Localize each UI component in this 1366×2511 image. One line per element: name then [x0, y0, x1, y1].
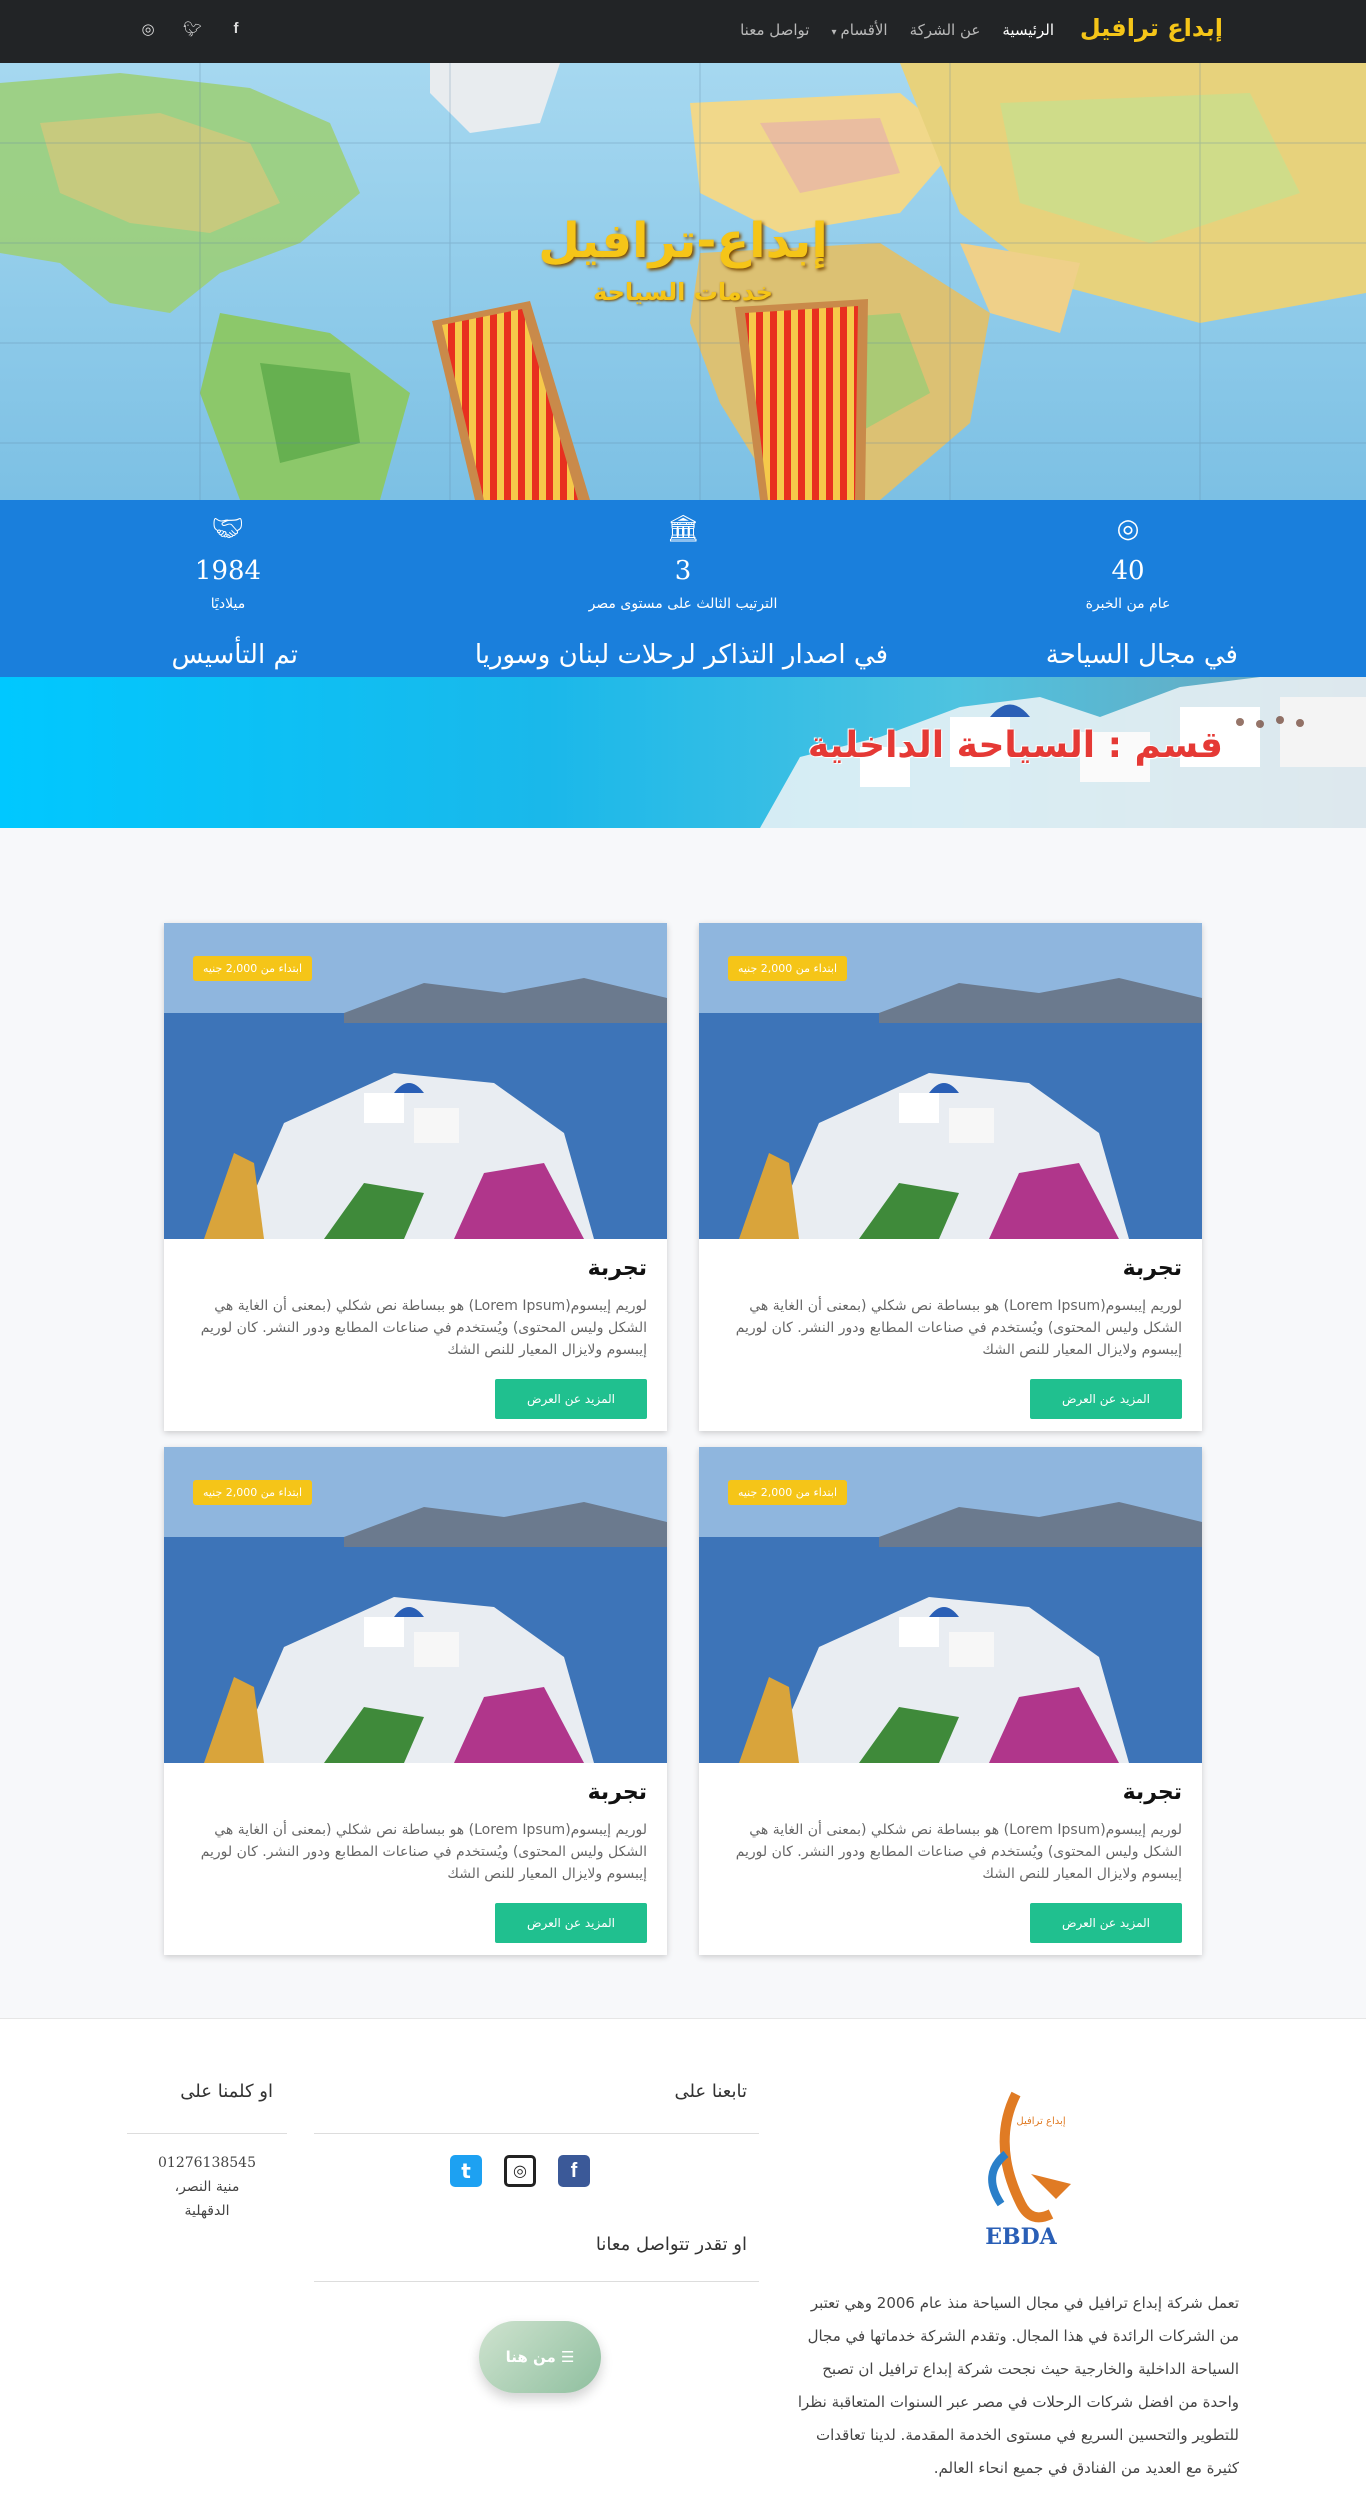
contact-heading: او تقدر تتواصل معانا: [595, 2234, 747, 2255]
more-details-button[interactable]: المزيد عن العرض: [1030, 1903, 1182, 1943]
divider: [314, 2281, 759, 2282]
offers-grid: ابتداء من 2,000 جنيه تجربة لوريم إيبسوم(…: [0, 828, 1366, 2018]
stat-value: 40: [1111, 556, 1145, 586]
contact-button[interactable]: ☰ من هنا: [479, 2321, 601, 2393]
footer-social: t ◎ f: [450, 2155, 590, 2187]
nav-link-contact[interactable]: تواصل معنا: [740, 21, 809, 39]
handshake-icon: 🤝︎: [211, 514, 245, 544]
address-line: الدقهلية: [184, 2203, 230, 2219]
offer-description: لوريم إيبسوم(Lorem Ipsum) هو ببساطة نص ش…: [735, 1822, 1182, 1882]
price-badge: ابتداء من 2,000 جنيه: [192, 1480, 312, 1505]
stat-experience: ◎ 40 عام من الخبرة: [978, 514, 1278, 612]
nav-menu: الرئيسية عن الشركة الأقسام▾ تواصل معنا: [740, 21, 1054, 39]
stat-founded: 🤝︎ 1984 ميلاديًا: [78, 514, 378, 612]
offer-description: لوريم إيبسوم(Lorem Ipsum) هو ببساطة نص ش…: [200, 1298, 647, 1358]
stat-label: ميلاديًا: [210, 596, 246, 612]
offer-description: لوريم إيبسوم(Lorem Ipsum) هو ببساطة نص ش…: [200, 1822, 647, 1882]
bank-icon: 🏛︎: [666, 514, 700, 544]
more-details-button[interactable]: المزيد عن العرض: [495, 1903, 647, 1943]
stat-tagline-ranking: في اصدار التذاكر لرحلات لبنان وسوريا: [474, 640, 888, 670]
price-badge: ابتداء من 2,000 جنيه: [727, 1480, 847, 1505]
target-icon: ◎: [1116, 514, 1140, 544]
logo-text: EBDA: [985, 2224, 1057, 2250]
offer-description: لوريم إيبسوم(Lorem Ipsum) هو ببساطة نص ش…: [735, 1298, 1182, 1358]
offer-card: ابتداء من 2,000 جنيه تجربة لوريم إيبسوم(…: [164, 923, 667, 1431]
company-logo: EBDA إبداع ترافيل: [961, 2084, 1081, 2259]
offer-card: ابتداء من 2,000 جنيه تجربة لوريم إيبسوم(…: [164, 1447, 667, 1955]
facebook-icon[interactable]: f: [227, 20, 245, 38]
section-title: قسم : السياحة الداخلية: [807, 725, 1223, 766]
price-badge: ابتداء من 2,000 جنيه: [727, 956, 847, 981]
facebook-icon[interactable]: f: [558, 2155, 590, 2187]
stat-tagline-experience: في مجال السياحة: [1045, 640, 1238, 670]
divider: [314, 2133, 759, 2134]
price-badge: ابتداء من 2,000 جنيه: [192, 956, 312, 981]
divider: [127, 2133, 287, 2134]
stat-label: عام من الخبرة: [1085, 596, 1171, 612]
stat-tagline-founded: تم التأسيس: [171, 640, 299, 670]
footer: EBDA إبداع ترافيل تعمل شركة إبداع ترافيل…: [0, 2018, 1366, 2511]
nav-social: ◎ 🐦︎ f: [139, 20, 245, 38]
instagram-icon[interactable]: ◎: [139, 20, 157, 38]
offer-title: تجربة: [1122, 1256, 1182, 1281]
stat-label: الترتيب الثالث على مستوى مصر: [588, 596, 778, 612]
about-text: تعمل شركة إبداع ترافيل في مجال السياحة م…: [797, 2294, 1239, 2477]
stats-section: 🤝︎ 1984 ميلاديًا 🏛︎ 3 الترتيب الثالث على…: [0, 500, 1366, 677]
nav-link-sections[interactable]: الأقسام▾: [831, 21, 887, 39]
stat-ranking: 🏛︎ 3 الترتيب الثالث على مستوى مصر: [533, 514, 833, 612]
twitter-icon[interactable]: t: [450, 2155, 482, 2187]
offer-title: تجربة: [587, 1256, 647, 1281]
phone-number[interactable]: 01276138545: [127, 2151, 287, 2175]
more-details-button[interactable]: المزيد عن العرض: [495, 1379, 647, 1419]
nav-link-about[interactable]: عن الشركة: [910, 21, 981, 39]
navbar: إبداع ترافيل الرئيسية عن الشركة الأقسام▾…: [0, 0, 1366, 63]
stat-value: 3: [674, 556, 692, 586]
nav-link-home[interactable]: الرئيسية: [1002, 21, 1054, 39]
offer-card: ابتداء من 2,000 جنيه تجربة لوريم إيبسوم(…: [699, 923, 1202, 1431]
hero-subtitle: خدمات السياحة: [593, 278, 773, 306]
offer-title: تجربة: [587, 1780, 647, 1805]
more-details-button[interactable]: المزيد عن العرض: [1030, 1379, 1182, 1419]
stat-value: 1984: [194, 556, 262, 586]
follow-heading: تابعنا على: [674, 2081, 747, 2102]
logo-label: إبداع ترافيل: [1016, 2116, 1065, 2127]
nav-link-sections-label: الأقسام: [840, 21, 888, 39]
call-heading: او كلمنا على: [180, 2081, 273, 2102]
address-line: منية النصر،: [174, 2179, 240, 2195]
offer-title: تجربة: [1122, 1780, 1182, 1805]
section-banner: قسم : السياحة الداخلية: [0, 677, 1366, 828]
contact-button-label: من هنا: [505, 2348, 556, 2366]
offer-card: ابتداء من 2,000 جنيه تجربة لوريم إيبسوم(…: [699, 1447, 1202, 1955]
instagram-icon[interactable]: ◎: [504, 2155, 536, 2187]
menu-icon: ☰: [555, 2348, 575, 2366]
brand-logo[interactable]: إبداع ترافيل: [1080, 14, 1223, 42]
contact-info: 01276138545 منية النصر، الدقهلية: [127, 2151, 287, 2223]
hero-banner: إبداع-ترافيل خدمات السياحة: [0, 63, 1366, 500]
hero-title: إبداع-ترافيل: [538, 213, 828, 269]
chevron-down-icon: ▾: [831, 27, 837, 38]
twitter-icon[interactable]: 🐦︎: [183, 20, 202, 38]
